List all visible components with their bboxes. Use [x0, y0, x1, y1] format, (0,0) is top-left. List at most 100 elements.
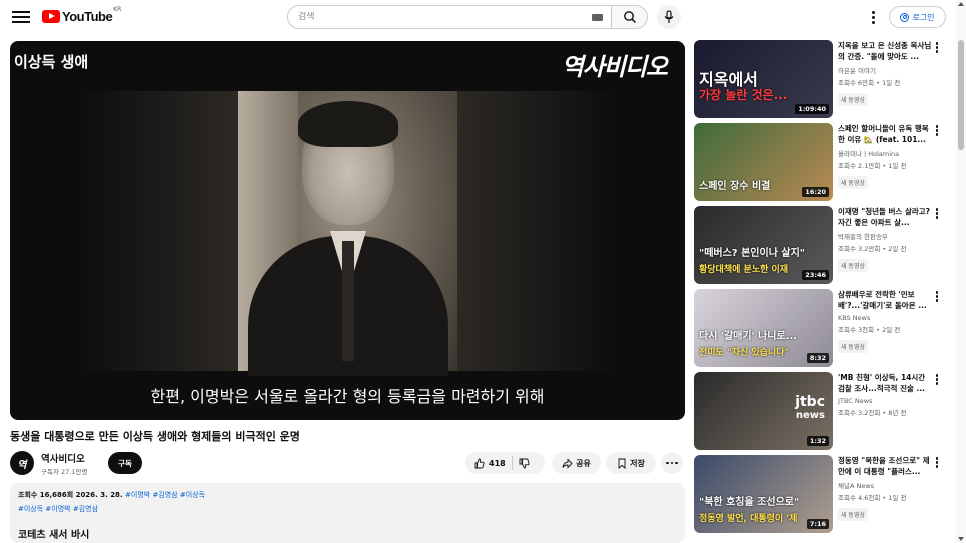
subscribe-button[interactable]: 구독	[108, 452, 142, 474]
share-button[interactable]: 공유	[552, 452, 601, 474]
share-label: 공유	[576, 458, 591, 468]
recommendation-title[interactable]: 이재명 "청년들 버스 살라고? 자긴 좋은 아파트 살...	[838, 206, 932, 228]
recommendation-menu-icon[interactable]	[934, 457, 940, 471]
video-duration: 16:20	[802, 187, 829, 197]
signin-label: 로그인	[912, 12, 935, 22]
top-bar: YouTube KR 로그인	[0, 0, 966, 34]
search-icon	[623, 11, 636, 24]
hashtags-inline[interactable]: #이명박 #김영삼 #이상득	[125, 491, 205, 499]
video-overlay-title: 이상득 생애	[14, 53, 89, 71]
recommendation-menu-icon[interactable]	[934, 291, 940, 305]
thumbnail-caption: 가장 놀란 것은...	[699, 88, 788, 102]
recommendation-meta: 조회수 6만회 • 1일 전	[838, 79, 901, 87]
search-button[interactable]	[612, 5, 648, 29]
new-video-badge: 새 동영상	[838, 259, 868, 272]
like-button[interactable]: 418	[474, 458, 506, 469]
thumbnail-caption: "떼버스? 본인이나 살지"	[699, 248, 805, 259]
subscriber-count: 구독자 27.1만명	[41, 467, 88, 476]
recommendation-title[interactable]: 삼류배우로 전락한 '민보배'?...'갈매기'로 돌아온 ...	[838, 289, 932, 311]
channel-avatar[interactable]: 역	[10, 451, 34, 475]
portrait-photo	[238, 91, 457, 376]
video-duration: 1:09:40	[795, 104, 829, 114]
recommendation-item[interactable]: "북한 호칭을 조선으로" 정동영 발언, 대통령이 '제 7:16 정동영 "북한을…	[694, 455, 944, 533]
recommendation-channel[interactable]: 하은윤 이야기	[838, 65, 932, 75]
page-scrollbar[interactable]	[956, 0, 966, 543]
recommendation-title[interactable]: 지옥을 보고 온 신성종 목사님의 간증. "돌에 맞아도 ...	[838, 40, 932, 62]
account-icon	[900, 12, 910, 22]
new-video-badge: 새 동영상	[838, 176, 868, 189]
thumbnail-caption: 스페인 장수 비결	[699, 181, 771, 192]
save-button[interactable]: 저장	[606, 452, 656, 474]
dislike-button[interactable]	[519, 458, 530, 469]
video-player[interactable]: 이상득 생애 역사비디오 한편, 이명박은 서울로 올라간 형의 등록금을 마련…	[10, 41, 685, 420]
settings-more-button[interactable]	[865, 8, 881, 26]
recommendation-channel[interactable]: 박재홍의 한판승부	[838, 231, 932, 241]
recommendation-item[interactable]: 지옥에서 가장 놀란 것은... 1:09:40 지옥을 보고 온 신성종 목사님의 …	[694, 40, 944, 118]
recommendation-thumbnail[interactable]: 다시 '갈매기' 나니로... 전미도 "자신 있습니다" 8:32	[694, 289, 833, 367]
thumbs-up-icon	[474, 458, 485, 468]
youtube-logo[interactable]: YouTube KR	[42, 6, 122, 24]
video-duration: 1:32	[806, 436, 829, 446]
scroll-thumb[interactable]	[958, 40, 964, 150]
video-duration: 7:16	[806, 519, 829, 529]
recommendation-meta: 조회수 2.1만회 • 1일 전	[838, 162, 907, 170]
recommendation-meta: 조회수 3.2천회 • 8년 전	[838, 409, 907, 417]
logo-region: KR	[113, 6, 122, 13]
recommendation-channel[interactable]: KBS News	[838, 314, 932, 322]
channel-owner: 역 역사비디오 구독자 27.1만명	[10, 450, 87, 476]
thumbnail-caption: 전미도 "자신 있습니다"	[699, 348, 790, 358]
recommendation-thumbnail[interactable]: jtbc news 1:32	[694, 372, 833, 450]
recommendation-channel[interactable]: JTBC News	[838, 397, 932, 405]
recommendation-thumbnail[interactable]: 지옥에서 가장 놀란 것은... 1:09:40	[694, 40, 833, 118]
channel-name[interactable]: 역사비디오	[41, 451, 87, 465]
recommendation-title[interactable]: 스페인 할머니들이 유독 행복한 이유 🏡 (feat. 101...	[838, 123, 932, 145]
more-actions-button[interactable]	[661, 452, 683, 474]
thumbnail-caption: news	[795, 410, 825, 421]
recommendation-menu-icon[interactable]	[934, 42, 940, 56]
recommendation-meta: 조회수 4.6천회 • 1일 전	[838, 494, 907, 502]
recommendation-title[interactable]: 정동영 "북한을 조선으로" 제안에 이 대통령 "플러스...	[838, 455, 932, 477]
recommendation-item[interactable]: "떼버스? 본인이나 살지" 황당대책에 분노한 이재 23:46 이재명 "청년들 …	[694, 206, 944, 284]
signin-button[interactable]: 로그인	[889, 6, 946, 28]
scroll-up-arrow-icon[interactable]	[958, 2, 964, 6]
like-count: 418	[489, 458, 506, 468]
hashtags[interactable]: #이상득 #이명박 #김영삼	[18, 504, 677, 514]
video-duration: 23:46	[802, 270, 829, 280]
new-video-badge: 새 동영상	[838, 340, 868, 353]
recommendation-item[interactable]: jtbc news 1:32 'MB 친형' 이상득, 14시간 검찰 조사...적극…	[694, 372, 944, 450]
recommendation-channel[interactable]: 올라미나 | Holamina	[838, 148, 932, 158]
recommendation-thumbnail[interactable]: 스페인 장수 비결 16:20	[694, 123, 833, 201]
microphone-icon	[664, 10, 674, 23]
recommendation-item[interactable]: 스페인 장수 비결 16:20 스페인 할머니들이 유독 행복한 이유 🏡 (fea…	[694, 123, 944, 201]
keyboard-icon[interactable]	[592, 14, 603, 21]
recommendation-item[interactable]: 다시 '갈매기' 나니로... 전미도 "자신 있습니다" 8:32 삼류배우로 전락…	[694, 289, 944, 367]
recommendation-menu-icon[interactable]	[934, 208, 940, 222]
bookmark-icon	[618, 458, 626, 469]
save-label: 저장	[630, 458, 645, 468]
search-box	[287, 5, 612, 29]
recommendation-title[interactable]: 'MB 친형' 이상득, 14시간 검찰 조사...적극적 진술 ...	[838, 372, 932, 394]
video-duration: 8:32	[806, 353, 829, 363]
recommendation-thumbnail[interactable]: "떼버스? 본인이나 살지" 황당대책에 분노한 이재 23:46	[694, 206, 833, 284]
thumbnail-caption: jtbc	[795, 394, 825, 410]
menu-icon[interactable]	[12, 8, 30, 26]
video-overlay-channel: 역사비디오	[561, 53, 668, 81]
description-box[interactable]: 조회수 16,686회 2026. 3. 28. #이명박 #김영삼 #이상득 …	[10, 483, 685, 543]
play-logo-icon	[42, 10, 60, 23]
voice-search-button[interactable]	[657, 5, 681, 29]
thumbs-down-icon	[519, 458, 530, 468]
recommendation-menu-icon[interactable]	[934, 374, 940, 388]
video-title: 동생을 대통령으로 만든 이상득 생애와 형제들의 비극적인 운명	[10, 430, 300, 443]
thumbnail-caption: "북한 호칭을 조선으로"	[699, 497, 800, 508]
video-subtitle: 한편, 이명박은 서울로 올라간 형의 등록금을 마련하기 위해	[150, 387, 545, 406]
recommendation-meta: 조회수 3천회 • 2일 전	[838, 326, 901, 334]
recommendation-menu-icon[interactable]	[934, 125, 940, 139]
search-input[interactable]	[298, 12, 588, 22]
description-heading: 코테츠 새서 바시	[18, 530, 90, 541]
scroll-down-arrow-icon[interactable]	[958, 537, 964, 541]
like-dislike-group: 418	[465, 452, 545, 474]
recommendation-thumbnail[interactable]: "북한 호칭을 조선으로" 정동영 발언, 대통령이 '제 7:16	[694, 455, 833, 533]
recommendation-meta: 조회수 3.2만회 • 2일 전	[838, 245, 907, 253]
logo-text: YouTube	[62, 9, 113, 24]
recommendation-channel[interactable]: 채널A News	[838, 480, 932, 490]
